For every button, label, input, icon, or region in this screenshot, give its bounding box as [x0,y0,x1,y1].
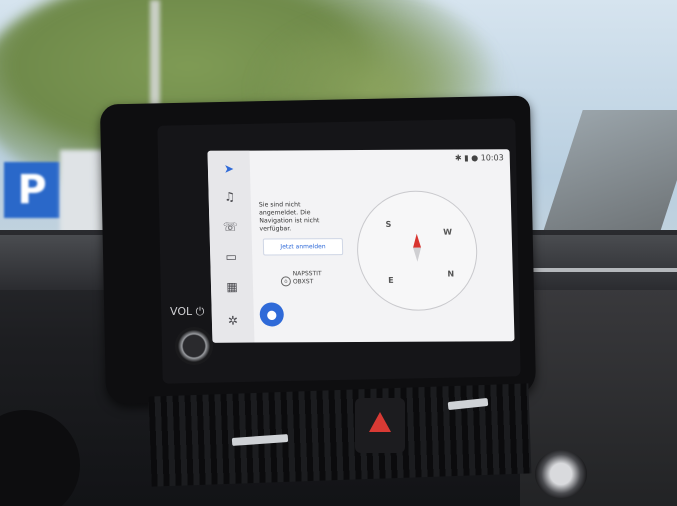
music-icon[interactable]: ♫ [219,187,240,207]
right-knob[interactable] [535,450,587,498]
volume-knob[interactable] [175,327,213,365]
address-line-2: OBXST [292,278,314,286]
vol-label: VOL ⏻ [170,305,205,318]
parking-sign: P [4,162,60,218]
phone-icon[interactable]: ☏ [220,217,241,237]
clock: 10:03 [480,153,504,163]
compass-w: W [443,227,453,237]
compass[interactable]: S W N E [355,190,479,311]
status-icons: ✱ ▮ ● [454,153,481,163]
address-text: NAPSSTIT OBXST [293,270,322,286]
infotainment-screen: ➤ ♫ ☏ ▭ ▦ ✲ ● ✱ ▮ ● 10:03 Sie sind nicht… [207,149,515,343]
dashboard-trim [520,268,677,272]
signin-message: Sie sind nicht angemeldet. Die Navigatio… [258,201,320,233]
compass-needle-south [413,247,422,262]
hazard-icon [369,412,391,432]
compass-needle-north [412,233,422,248]
status-bar: ✱ ▮ ● 10:03 [455,153,504,162]
photo-frame: P ➤ ♫ ☏ ▭ ▦ ✲ ● ✱ ▮ ● 10:03 Sie sind nic… [0,0,677,506]
compass-s: S [385,219,392,229]
apps-icon[interactable]: ▦ [222,277,243,297]
address-line-1: NAPSSTIT [292,270,322,278]
app-rail: ➤ ♫ ☏ ▭ ▦ ✲ [207,150,255,343]
signin-button[interactable]: Jetzt anmelden [262,238,344,256]
compass-e: E [388,275,394,285]
car-icon[interactable]: ▭ [221,247,242,267]
compass-n: N [447,269,455,279]
settings-icon[interactable]: ✲ [223,311,244,331]
location-icon: ⌂ [280,276,292,287]
navigation-icon[interactable]: ➤ [219,159,240,179]
hazard-button[interactable] [355,398,405,453]
mic-icon[interactable]: ● [259,302,285,327]
